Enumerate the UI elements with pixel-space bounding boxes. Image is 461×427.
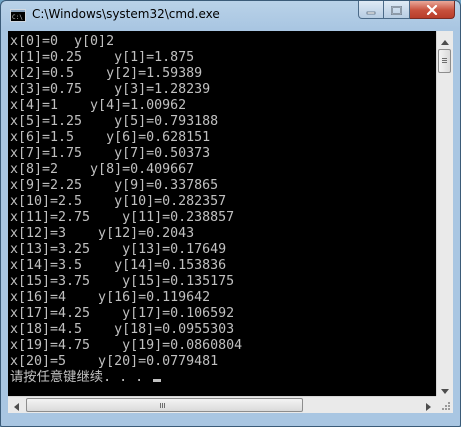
text-cursor [153,379,162,382]
title-bar[interactable]: C:\ C:\Windows\system32\cmd.exe [1,1,460,29]
console-line: x[6]=1.5 y[6]=0.628151 [10,130,211,145]
resize-grip-icon [436,398,453,417]
scroll-right-button[interactable] [420,397,436,413]
console-line: x[1]=0.25 y[1]=1.875 [10,50,195,65]
grip-line-icon [164,403,165,408]
console-line: x[0]=0 y[0]2 [10,34,115,49]
console-line: x[2]=0.5 y[2]=1.59389 [10,66,203,81]
console-line: x[3]=0.75 y[3]=1.28239 [10,82,211,97]
horizontal-scroll-thumb[interactable] [26,398,303,412]
console-line: x[4]=1 y[4]=1.00962 [10,98,187,113]
console-line: x[14]=3.5 y[14]=0.153836 [10,258,227,273]
grip-line-icon [160,403,161,408]
svg-text:C:\: C:\ [12,14,23,21]
console-lines: x[0]=0 y[0]2 x[1]=0.25 y[1]=1.875 x[2]=0.5… [10,34,242,386]
grip-line-icon [162,403,163,408]
arrow-right-icon [425,396,431,415]
console-line: x[7]=1.75 y[7]=0.50373 [10,146,211,161]
console-line: x[18]=4.5 y[18]=0.0955303 [10,322,235,337]
cmd-window: C:\ C:\Windows\system32\cmd.exe x[0]=0 y… [0,0,461,427]
arrow-left-icon [13,396,19,415]
console-line: x[13]=3.25 y[13]=0.17649 [10,242,227,257]
scroll-up-button[interactable] [437,31,453,47]
vertical-scrollbar[interactable] [436,31,453,396]
close-icon [426,0,438,19]
console-line: x[19]=4.75 y[19]=0.0860804 [10,338,243,353]
console-line: x[11]=2.75 y[11]=0.238857 [10,210,235,225]
console-line: x[16]=4 y[16]=0.119642 [10,290,211,305]
resize-grip[interactable] [436,396,453,413]
arrow-down-icon [441,379,449,398]
vertical-scroll-thumb[interactable] [438,49,451,73]
grip-line-icon [442,62,447,63]
close-button[interactable] [410,1,455,19]
caption-buttons [358,1,455,20]
console-line: x[10]=2.5 y[10]=0.282357 [10,194,227,209]
console-output[interactable]: x[0]=0 y[0]2 x[1]=0.25 y[1]=1.875 x[2]=0.5… [8,31,436,396]
console-prompt-text: 请按任意键继续. . . [10,370,152,385]
horizontal-scrollbar[interactable] [8,396,436,413]
grip-line-icon [442,60,447,61]
console-line: x[15]=3.75 y[15]=0.135175 [10,274,235,289]
minimize-button[interactable] [358,1,384,19]
console-line: x[5]=1.25 y[5]=0.793188 [10,114,219,129]
window-title: C:\Windows\system32\cmd.exe [32,7,220,21]
console-line: x[17]=4.25 y[17]=0.106592 [10,306,235,321]
console-line: x[20]=5 y[20]=0.0779481 [10,354,219,369]
console-line: x[8]=2 y[8]=0.409667 [10,162,195,177]
scroll-left-button[interactable] [8,397,24,413]
cmd-app-icon[interactable]: C:\ [10,9,26,22]
grip-line-icon [442,58,447,59]
scroll-down-button[interactable] [437,380,453,396]
minimize-icon [366,0,376,19]
console-prompt: 请按任意键继续. . . [10,370,242,386]
console-line: x[12]=3 y[12]=0.2043 [10,226,195,241]
console-line: x[9]=2.25 y[9]=0.337865 [10,178,219,193]
maximize-button[interactable] [384,1,410,19]
arrow-up-icon [441,30,449,49]
maximize-icon [391,0,402,19]
